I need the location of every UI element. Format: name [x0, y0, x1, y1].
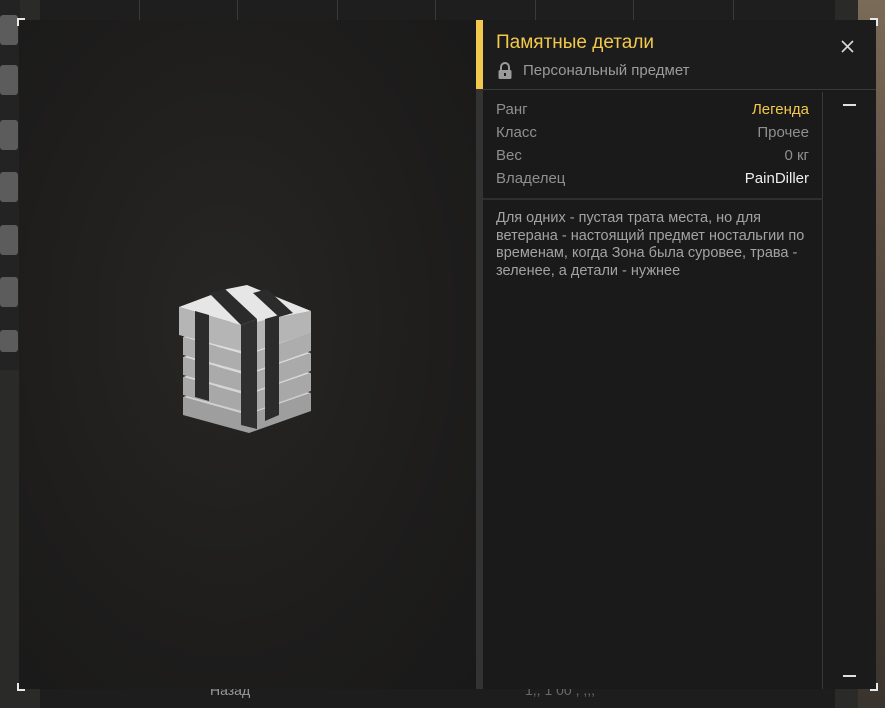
stat-label: Класс	[496, 124, 537, 141]
stat-value: Легенда	[751, 101, 809, 118]
category-icon	[0, 172, 18, 202]
stat-label: Владелец	[496, 170, 566, 187]
stat-label: Ранг	[496, 101, 528, 118]
category-icon	[0, 120, 18, 150]
stat-row-owner: Владелец PainDiller	[496, 170, 809, 192]
item-stats-panel: Ранг Легенда Класс Прочее Вес 0 кг Владе…	[483, 92, 823, 689]
background-tab	[40, 0, 140, 20]
memorable-parts-item-image	[179, 285, 311, 433]
background-tab	[436, 0, 536, 20]
stat-value: 0 кг	[784, 147, 809, 164]
item-description: Для одних - пустая трата места, но для в…	[496, 210, 805, 279]
stat-row-weight: Вес 0 кг	[496, 147, 809, 169]
item-info-panel: Памятные детали Персональный предмет Ран…	[483, 20, 876, 689]
scrollbar[interactable]	[824, 92, 876, 689]
rarity-accent-bar	[476, 20, 483, 689]
close-icon[interactable]	[840, 39, 855, 54]
stat-value: PainDiller	[744, 170, 809, 187]
stat-label: Вес	[496, 147, 522, 164]
personal-item-label: Персональный предмет	[523, 62, 690, 79]
stat-value: Прочее	[757, 124, 809, 141]
item-title: Памятные детали	[496, 32, 655, 53]
stats-divider	[483, 198, 823, 200]
category-icon	[0, 330, 18, 352]
item-preview-panel	[19, 20, 476, 689]
background-tab	[238, 0, 338, 20]
background-top-bar	[40, 0, 835, 20]
category-icon	[0, 225, 18, 255]
background-category-sidebar	[0, 0, 20, 370]
category-icon	[0, 65, 18, 95]
background-tab	[140, 0, 238, 20]
stat-row-class: Класс Прочее	[496, 124, 809, 146]
scrollbar-bottom-mark	[843, 675, 856, 677]
stat-row-rank: Ранг Легенда	[496, 101, 809, 123]
category-icon	[0, 277, 18, 307]
item-header: Памятные детали Персональный предмет	[483, 20, 876, 90]
scrollbar-top-mark	[843, 104, 856, 106]
category-icon	[0, 15, 18, 45]
lock-icon	[498, 62, 512, 79]
item-details-modal: Памятные детали Персональный предмет Ран…	[17, 18, 878, 691]
background-tab	[536, 0, 634, 20]
background-tab	[338, 0, 436, 20]
background-bottom-bar: Назад 1,, 1 00 , ,,,	[40, 682, 835, 708]
rarity-accent-highlight	[476, 20, 483, 89]
background-tab	[634, 0, 734, 20]
